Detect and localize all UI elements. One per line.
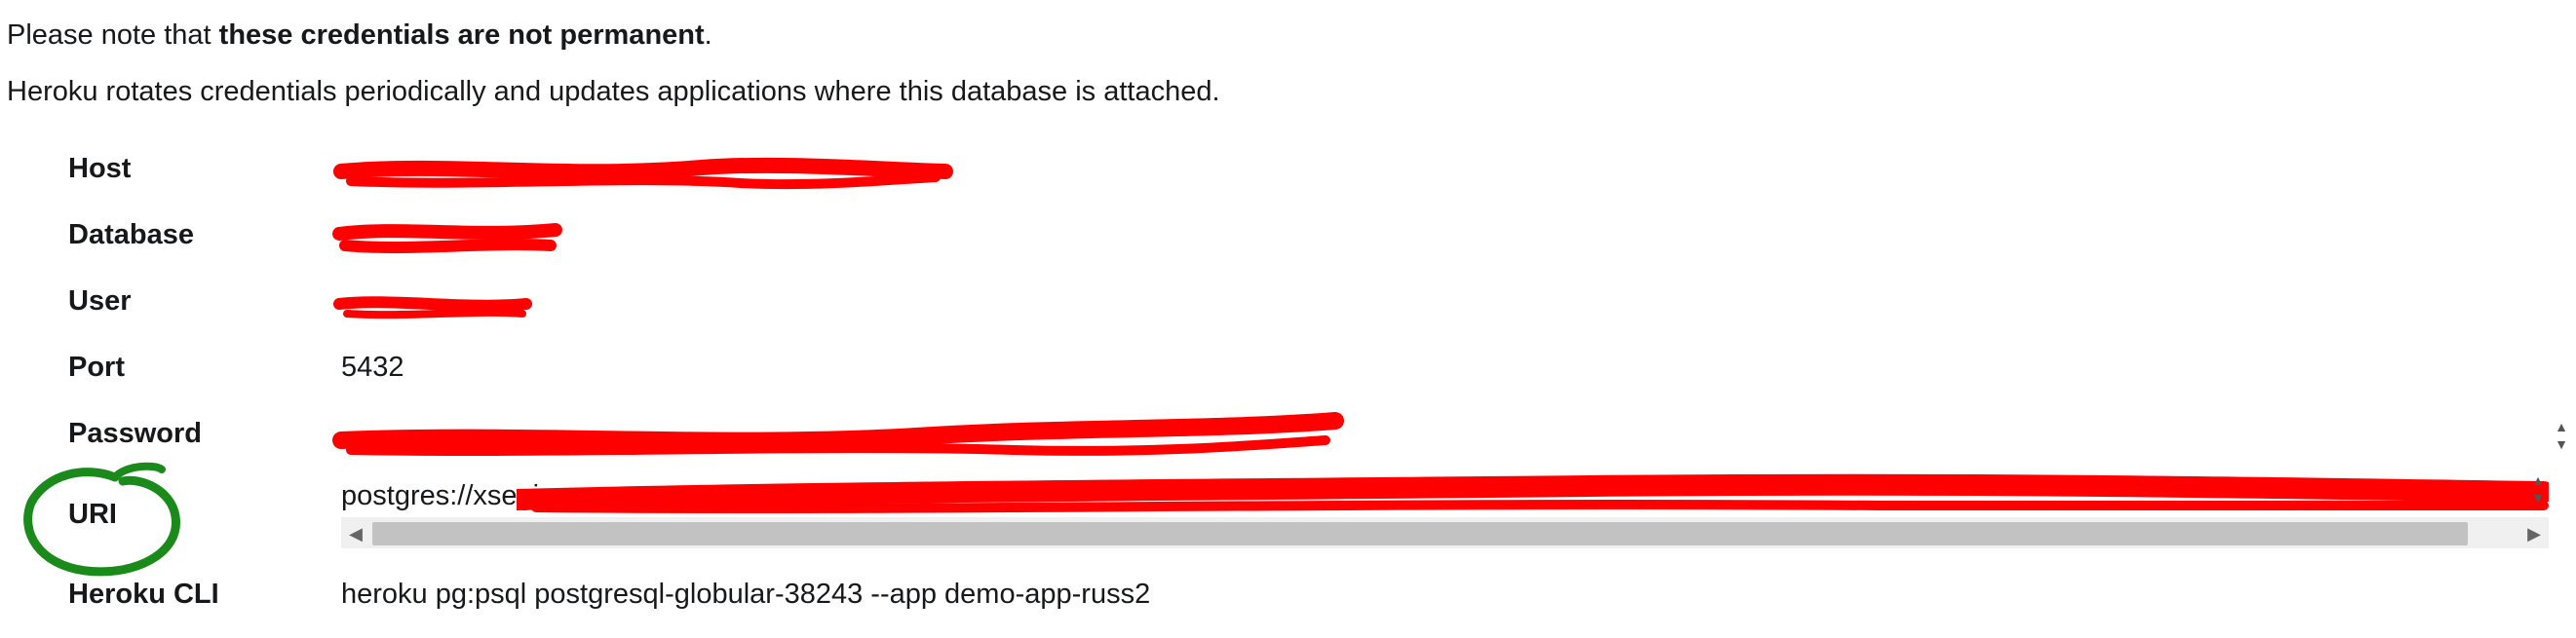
host-redaction (333, 157, 953, 190)
user-row: User (0, 279, 2576, 339)
scroll-left-icon[interactable]: ◀ (341, 517, 370, 548)
credentials-notice: Please note that these credentials are n… (7, 19, 712, 52)
uri-field[interactable]: postgres://xsegi ◀ ▶ ▲ ▼ (341, 472, 2549, 548)
user-redaction (333, 296, 532, 319)
port-row: Port 5432 (0, 345, 2576, 405)
notice-suffix: . (704, 19, 712, 51)
password-row: Password ▲ ▼ (0, 411, 2576, 471)
host-row: Host (0, 146, 2576, 206)
database-label: Database (68, 219, 194, 250)
scrollbar-thumb[interactable] (372, 522, 2468, 545)
cli-label: Heroku CLI (68, 579, 219, 610)
notice-prefix: Please note that (7, 19, 219, 51)
host-label: Host (68, 153, 132, 184)
uri-redaction (517, 473, 2549, 513)
scroll-right-icon[interactable]: ▶ (2519, 517, 2549, 548)
user-label: User (68, 285, 132, 317)
uri-label: URI (68, 499, 117, 530)
password-redaction (332, 412, 1344, 456)
port-value[interactable]: 5432 (341, 352, 404, 384)
spinner-up-icon[interactable]: ▲ (2555, 419, 2568, 434)
password-spinner[interactable]: ▲ ▼ (2551, 419, 2572, 452)
uri-spinner[interactable]: ▲ ▼ (2527, 472, 2549, 506)
uri-horizontal-scrollbar[interactable]: ◀ ▶ (341, 517, 2549, 548)
spinner-up-icon[interactable]: ▲ (2531, 472, 2545, 488)
cli-value[interactable]: heroku pg:psql postgresql-globular-38243… (341, 579, 1150, 611)
database-row: Database (0, 212, 2576, 273)
uri-value[interactable]: postgres://xsegi (341, 480, 539, 512)
rotation-notice: Heroku rotates credentials periodically … (7, 76, 1220, 107)
notice-emphasis: these credentials are not permanent (218, 19, 705, 51)
spinner-down-icon[interactable]: ▼ (2531, 490, 2545, 506)
cli-row: Heroku CLI heroku pg:psql postgresql-glo… (0, 570, 2576, 630)
spinner-down-icon[interactable]: ▼ (2555, 436, 2568, 452)
database-redaction (332, 223, 562, 253)
password-label: Password (68, 418, 202, 449)
port-label: Port (68, 352, 125, 383)
